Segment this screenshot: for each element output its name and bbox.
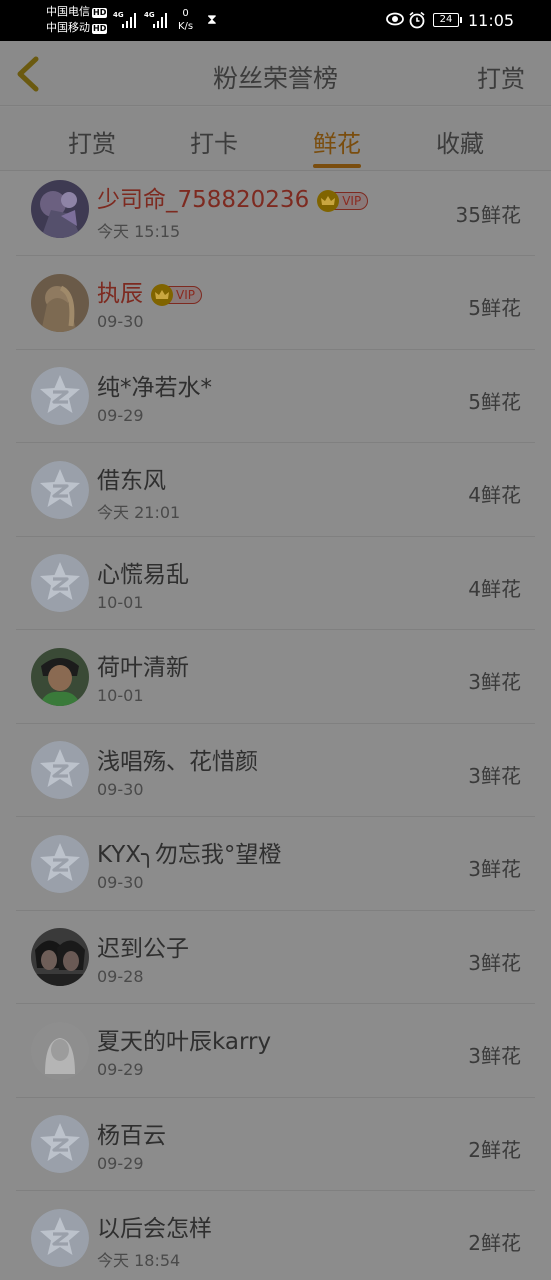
flower-count: 2鲜花	[468, 1137, 521, 1162]
tab-checkin[interactable]: 打卡	[174, 124, 254, 159]
fan-row[interactable]: 纯*净若水* 09-29 5鲜花	[0, 350, 551, 444]
flower-count: 5鲜花	[468, 296, 521, 320]
hd-badge: HD	[92, 8, 108, 18]
fan-row[interactable]: KYX╮勿忘我°望橙 09-30 3鲜花	[0, 817, 551, 911]
fan-name-text: KYX╮勿忘我°望橙	[97, 842, 282, 868]
tab-reward[interactable]: 打赏	[52, 124, 132, 159]
carrier-2: 中国移动 HD	[46, 21, 108, 34]
fan-row[interactable]: 少司命_758820236 VIP 今天 15:15 35鲜花	[0, 171, 551, 256]
alarm-icon	[409, 11, 425, 29]
fan-time: 今天 18:54	[97, 1251, 181, 1270]
tab-flowers[interactable]: 鲜花	[297, 124, 377, 159]
default-avatar[interactable]	[31, 367, 89, 425]
fan-name[interactable]: 夏天的叶辰karry	[97, 1022, 271, 1056]
fan-name[interactable]: 心慌易乱	[97, 555, 189, 589]
fan-name[interactable]: 迟到公子	[97, 929, 189, 963]
fan-time: 09-29	[97, 405, 144, 425]
fan-name-text: 浅唱殇、花惜颜	[97, 748, 258, 775]
fan-row[interactable]: 荷叶清新 10-01 3鲜花	[0, 630, 551, 724]
fan-name-text: 借东风	[97, 468, 166, 494]
fan-time: 09-29	[97, 1060, 144, 1079]
fan-time: 09-30	[97, 873, 144, 892]
fan-row[interactable]: 借东风今天 21:01 4鲜花	[0, 443, 551, 537]
battery-indicator: 24	[433, 13, 462, 27]
crown-icon	[151, 283, 173, 306]
carrier-1: 中国电信 HD	[46, 5, 108, 18]
fan-name-text: 以后会怎样	[97, 1216, 212, 1242]
default-avatar[interactable]	[31, 1115, 89, 1173]
fan-name-text: 迟到公子	[97, 935, 189, 962]
fan-row[interactable]: 浅唱殇、花惜颜 09-30 3鲜花	[0, 724, 551, 818]
flower-count: 35鲜花	[455, 203, 521, 227]
page-title: 粉丝荣誉榜	[212, 64, 338, 93]
eye-icon	[386, 12, 404, 26]
fan-name-text: 少司命_758820236	[97, 187, 310, 213]
default-avatar[interactable]	[31, 834, 89, 893]
reward-button[interactable]: 打赏	[477, 59, 525, 94]
fan-time: 09-30	[97, 312, 144, 331]
fan-time: 09-28	[97, 966, 144, 986]
fan-name[interactable]: KYX╮勿忘我°望橙	[97, 835, 281, 869]
clock: 11:05	[468, 11, 515, 30]
fan-name[interactable]: 荷叶清新	[97, 648, 189, 682]
fan-name[interactable]: 杨百云	[97, 1116, 166, 1150]
crown-icon	[317, 189, 340, 212]
fan-time: 今天 15:15	[97, 222, 181, 241]
fan-time: 10-01	[97, 686, 144, 705]
flower-count: 3鲜花	[468, 670, 521, 694]
fan-name-text: 心慌易乱	[97, 561, 189, 588]
tab-favorites[interactable]: 收藏	[420, 124, 500, 159]
flower-count: 3鲜花	[468, 950, 521, 975]
flower-count: 5鲜花	[468, 389, 521, 414]
flower-count: 3鲜花	[468, 857, 521, 881]
fan-row[interactable]: 心慌易乱 10-01 4鲜花	[0, 537, 551, 631]
default-avatar[interactable]	[31, 741, 89, 799]
fan-name-text: 荷叶清新	[97, 655, 189, 681]
screen: 中国电信 HD 中国移动 HD 4G 4G 0 K/s ⧗ 24 11:05 粉…	[0, 0, 551, 1280]
fan-list: 少司命_758820236 VIP 今天 15:15 35鲜花执辰 VIP 09-30 5鲜…	[0, 171, 551, 1280]
fan-name-text: 杨百云	[97, 1122, 166, 1149]
hourglass-icon: ⧗	[207, 12, 217, 28]
tab-bar: 打赏 打卡 鲜花 收藏	[0, 107, 551, 171]
flower-count: 3鲜花	[468, 1044, 521, 1068]
fan-name-text: 执辰	[97, 281, 143, 307]
fan-row[interactable]: 以后会怎样今天 18:54 2鲜花	[0, 1191, 551, 1280]
default-avatar[interactable]	[31, 1208, 89, 1267]
app-header: 粉丝荣誉榜 打赏	[0, 41, 551, 106]
status-bar: 中国电信 HD 中国移动 HD 4G 4G 0 K/s ⧗ 24 11:05	[0, 0, 551, 41]
fan-name[interactable]: 执辰 VIP	[97, 274, 202, 308]
fan-time: 10-01	[97, 592, 144, 612]
fan-time: 09-30	[97, 779, 144, 799]
net-speed: 0 K/s	[178, 8, 194, 32]
default-avatar[interactable]	[31, 554, 89, 612]
vip-badge: VIP	[317, 189, 369, 212]
fan-name[interactable]: 纯*净若水*	[97, 368, 212, 402]
silhouette-avatar[interactable]	[31, 1021, 89, 1080]
fan-name[interactable]: 少司命_758820236 VIP	[97, 180, 369, 214]
vip-badge: VIP	[151, 283, 202, 306]
girl-avatar[interactable]	[31, 273, 89, 332]
flower-count: 4鲜花	[468, 576, 521, 601]
fan-name[interactable]: 以后会怎样	[97, 1209, 212, 1243]
hd-badge: HD	[92, 24, 108, 34]
fan-time: 09-29	[97, 1153, 144, 1173]
fan-name-text: 纯*净若水*	[97, 374, 212, 401]
fan-name[interactable]: 借东风	[97, 461, 166, 495]
default-avatar[interactable]	[31, 460, 89, 519]
fan-row[interactable]: 迟到公子 09-28 3鲜花	[0, 911, 551, 1005]
anime-avatar[interactable]	[31, 180, 89, 238]
fan-name-text: 夏天的叶辰karry	[97, 1029, 272, 1055]
flower-count: 4鲜花	[468, 483, 521, 507]
fan-row[interactable]: 执辰 VIP 09-30 5鲜花	[0, 256, 551, 350]
fan-time: 今天 21:01	[97, 503, 181, 522]
fan-row[interactable]: 夏天的叶辰karry 09-29 3鲜花	[0, 1004, 551, 1098]
fan-row[interactable]: 杨百云 09-29 2鲜花	[0, 1098, 551, 1192]
active-tab-indicator	[313, 164, 361, 168]
boy-avatar[interactable]	[31, 647, 89, 706]
flower-count: 3鲜花	[468, 763, 521, 788]
couple-avatar[interactable]	[31, 928, 89, 986]
flower-count: 2鲜花	[468, 1231, 521, 1255]
fan-name[interactable]: 浅唱殇、花惜颜	[97, 742, 258, 776]
